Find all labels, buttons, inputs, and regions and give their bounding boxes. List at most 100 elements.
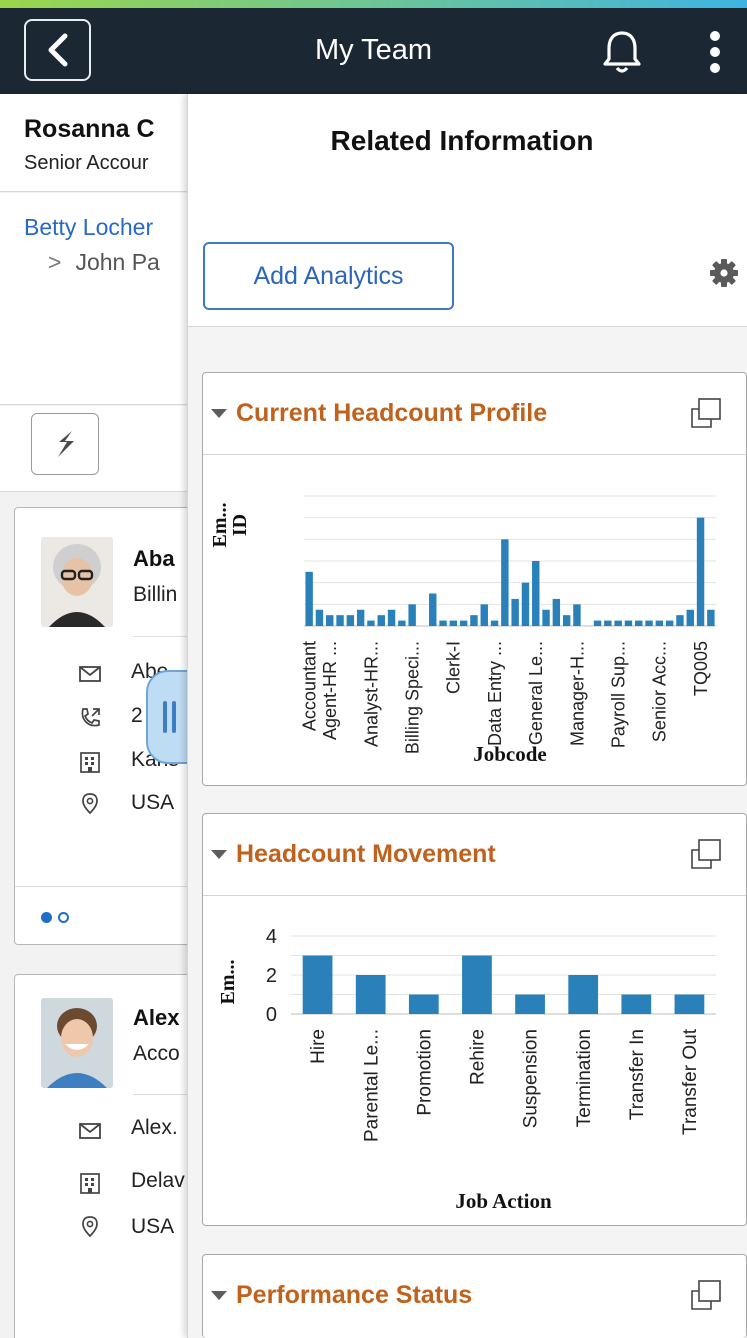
card-email[interactable]: Alex. <box>131 1116 178 1140</box>
tile-header[interactable]: Performance Status <box>203 1255 746 1337</box>
card-location: Delav <box>131 1169 185 1192</box>
app-screen: { "header": { "title": "My Team" }, "emp… <box>0 0 747 1338</box>
x-tick-label: Hire <box>308 1029 329 1064</box>
y-tick-label: 4 <box>266 926 277 948</box>
swap-arrow-icon <box>58 431 74 457</box>
expand-window-icon[interactable] <box>690 838 722 870</box>
add-analytics-button[interactable]: Add Analytics <box>203 242 454 310</box>
chart-bar <box>562 615 571 626</box>
bell-icon <box>603 31 641 73</box>
collapse-caret-icon[interactable] <box>211 850 227 859</box>
x-tick-label: TQ005 <box>691 641 711 696</box>
chart-bar <box>676 615 684 626</box>
card-name: Alex <box>133 1005 180 1030</box>
y-tick-label: 0 <box>266 1004 277 1026</box>
x-tick-label: Accountant <box>299 641 319 731</box>
chart-bar <box>336 615 344 626</box>
employee-name: Rosanna C <box>24 115 155 143</box>
expand-window-icon[interactable] <box>690 397 722 429</box>
header-accent-strip <box>0 0 747 8</box>
card-pager <box>15 886 213 944</box>
chart-bar <box>355 975 386 1014</box>
chart-bar <box>573 604 581 626</box>
tile-header[interactable]: Current Headcount Profile <box>203 373 746 455</box>
card-country: USA <box>131 1215 175 1238</box>
x-axis-title: Jobcode <box>473 742 547 766</box>
breadcrumb-label: John Pa <box>75 249 160 275</box>
chart-bar <box>707 609 715 626</box>
chart-bar <box>408 604 416 626</box>
headcount-profile-chart: Accountant Agent-HR ... Analyst-HR... Billi… <box>209 495 716 766</box>
employee-card[interactable]: Alex Acco Alex. Delav USA <box>14 974 253 1338</box>
x-tick-label: Clerk-I <box>444 641 464 694</box>
y-axis-title-line: ID <box>229 514 251 536</box>
phone-icon <box>81 708 100 727</box>
chart-bar <box>515 994 545 1014</box>
chart-bar <box>686 609 694 626</box>
pager-dot-active[interactable] <box>41 912 52 923</box>
mail-icon <box>79 666 101 682</box>
chart-bar <box>356 609 365 626</box>
y-tick-label: 2 <box>266 965 277 987</box>
tile-header[interactable]: Headcount Movement <box>203 814 746 896</box>
chart-bar <box>462 955 492 1014</box>
gear-icon[interactable] <box>709 258 739 288</box>
grip-bar <box>171 701 176 733</box>
y-axis-title-line: Em... <box>209 503 231 548</box>
panel-drag-handle[interactable] <box>146 670 192 764</box>
x-tick-label: Suspension <box>521 1029 542 1128</box>
x-tick-label: Agent-HR ... <box>320 641 340 740</box>
vertical-dots-icon <box>710 31 720 73</box>
x-axis-title: Job Action <box>455 1189 552 1213</box>
avatar <box>41 537 113 627</box>
building-icon <box>80 1173 100 1194</box>
chart-bar <box>593 620 602 626</box>
y-axis-title: Em... <box>217 960 239 1005</box>
card-role: Acco <box>133 1042 180 1065</box>
x-tick-label: Transfer In <box>627 1029 648 1120</box>
pager-dot[interactable] <box>58 912 69 923</box>
x-tick-label: Transfer Out <box>680 1028 701 1135</box>
collapse-caret-icon[interactable] <box>211 1291 227 1300</box>
chart-bar <box>490 620 499 626</box>
chart-bar <box>511 598 519 626</box>
switch-view-button[interactable] <box>31 413 99 475</box>
chart-bar <box>480 604 488 626</box>
map-pin-icon <box>82 1216 98 1237</box>
x-tick-label: Data Entry ... <box>485 641 505 746</box>
chart-bar <box>387 609 396 626</box>
analytics-tile-headcount-profile: Current Headcount Profile Accountant Agen… <box>202 372 747 786</box>
x-tick-label: Promotion <box>414 1029 435 1116</box>
tile-title[interactable]: Performance Status <box>236 1281 472 1310</box>
avatar <box>41 998 113 1088</box>
collapse-caret-icon[interactable] <box>211 409 227 418</box>
x-tick-label: Parental Le... <box>361 1029 382 1142</box>
x-tick-label: Rehire <box>468 1029 489 1085</box>
notifications-button[interactable] <box>592 24 652 80</box>
breadcrumb-separator: > <box>48 249 62 275</box>
chart-bar <box>674 994 705 1014</box>
expand-window-icon[interactable] <box>690 1279 722 1311</box>
tile-title[interactable]: Current Headcount Profile <box>236 399 547 428</box>
breadcrumb-item[interactable]: > John Pa <box>48 249 160 276</box>
card-phone[interactable]: 2 <box>131 704 143 728</box>
y-axis-title-line: Em... <box>217 960 239 1005</box>
chart-bar <box>621 994 652 1014</box>
card-name: Aba <box>133 546 175 571</box>
more-options-button[interactable] <box>693 24 737 80</box>
chart-bar <box>635 620 643 626</box>
breadcrumb-link-manager[interactable]: Betty Locher <box>24 214 153 241</box>
chart-bar <box>645 620 653 626</box>
chart-bar <box>568 975 599 1014</box>
chart-bar <box>439 620 447 626</box>
chart-bar <box>377 615 385 626</box>
chart-bar <box>614 620 622 626</box>
chart-bar <box>624 620 633 626</box>
x-tick-label: Billing Speci... <box>402 641 422 754</box>
analytics-tile-headcount-movement: Headcount Movement Hire Parental Le... Pro… <box>202 813 747 1226</box>
chart-bar <box>429 593 437 626</box>
chart-bar <box>501 539 509 626</box>
tile-title[interactable]: Headcount Movement <box>236 840 496 869</box>
chart-bar <box>459 620 468 626</box>
chart-bar <box>665 620 674 626</box>
